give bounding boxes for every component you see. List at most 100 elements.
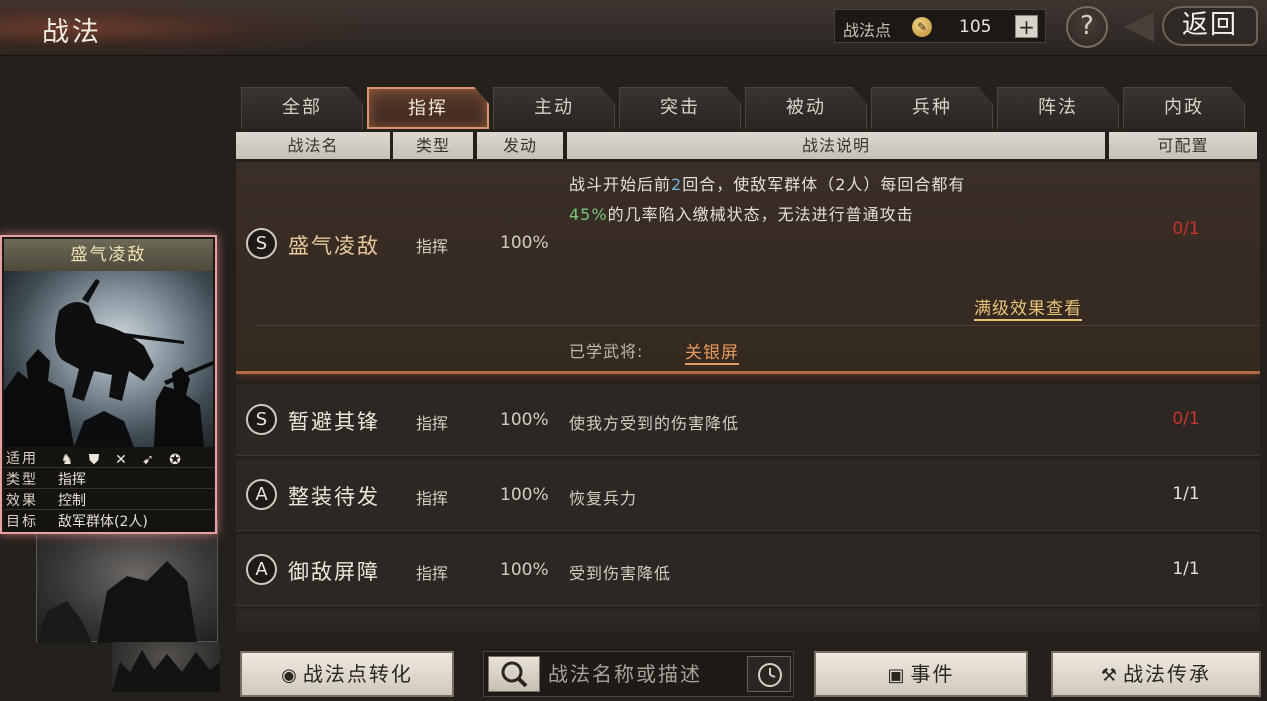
skill-inherit-button[interactable]: ⚒ 战法传承 xyxy=(1051,651,1261,697)
history-button[interactable] xyxy=(747,656,791,692)
battle-illustration xyxy=(4,279,213,447)
stat-label: 类型 xyxy=(6,472,38,488)
column-header-type[interactable]: 类型 xyxy=(393,132,473,159)
desc-text: 的几率陷入缴械状态，无法进行普通攻击 xyxy=(607,205,914,224)
grade-badge: S xyxy=(246,404,277,435)
skill-description: 使我方受到的伤害降低 xyxy=(569,414,740,433)
skill-name: 盛气凌敌 xyxy=(288,234,380,258)
skill-trigger-rate: 100% xyxy=(500,560,549,580)
desc-text: 战斗开始后前 xyxy=(569,175,672,194)
tab-passive[interactable]: 被动 xyxy=(745,87,867,129)
archer-icon: ✕ xyxy=(115,452,127,468)
column-header-trigger[interactable]: 发动 xyxy=(477,132,563,159)
column-header-configurable[interactable]: 可配置 xyxy=(1109,132,1257,159)
skill-inherit-label: 战法传承 xyxy=(1123,662,1212,686)
top-bar: 战法 战法点 ✎ 105 + ? 返回 xyxy=(0,0,1267,56)
cavalry-icon: ♞ xyxy=(60,452,74,468)
events-button[interactable]: ▣ 事件 xyxy=(814,651,1028,697)
skill-list[interactable]: S 盛气凌敌 指挥 100% 战斗开始后前2回合，使敌军群体（2人）每回合都有 … xyxy=(236,162,1260,634)
skill-config-count: 0/1 xyxy=(1172,409,1200,429)
skill-card[interactable]: 盛气凌敌 适用 ♞ ⛊ ✕ ➹ ✪ 类型 指挥 效果 控制 目标 敌军群体(2人… xyxy=(0,235,217,534)
convert-points-label: 战法点转化 xyxy=(302,662,413,686)
skill-config-count: 0/1 xyxy=(1172,219,1200,239)
skill-row[interactable]: A 御敌屏障 指挥 100% 受到伤害降低 1/1 xyxy=(236,534,1260,606)
stat-label: 适用 xyxy=(6,451,38,467)
card-stack-background xyxy=(112,642,220,692)
events-label: 事件 xyxy=(910,662,955,686)
learned-general-link[interactable]: 关银屏 xyxy=(685,338,739,365)
desc-chance-value: 45% xyxy=(569,205,608,224)
add-skill-points-button[interactable]: + xyxy=(1015,15,1038,38)
stat-row-effect: 效果 控制 xyxy=(4,489,213,510)
skill-type: 指挥 xyxy=(416,237,449,256)
learned-generals-label: 已学武将: xyxy=(569,342,644,361)
skill-points-display: 战法点 ✎ 105 + xyxy=(834,9,1046,43)
skill-name: 御敌屏障 xyxy=(288,560,380,584)
tab-formation[interactable]: 阵法 xyxy=(997,87,1119,129)
page-title: 战法 xyxy=(42,17,102,48)
search-button[interactable] xyxy=(488,656,540,692)
stat-label: 目标 xyxy=(6,514,38,530)
search-input[interactable] xyxy=(548,657,734,691)
stat-value: 控制 xyxy=(58,493,86,509)
hammer-icon: ⚒ xyxy=(1100,665,1120,686)
desc-text: 回合，使敌军群体（2人）每回合都有 xyxy=(682,175,966,194)
skill-type: 指挥 xyxy=(416,564,449,583)
back-button[interactable]: 返回 xyxy=(1124,4,1264,50)
tab-all[interactable]: 全部 xyxy=(241,87,363,129)
shield-icon: ⛊ xyxy=(88,452,100,468)
help-button[interactable]: ? xyxy=(1066,6,1108,48)
desc-turns-value: 2 xyxy=(671,175,683,194)
grade-badge: A xyxy=(246,479,277,510)
tab-troop-type[interactable]: 兵种 xyxy=(871,87,993,129)
silhouette-art xyxy=(112,650,220,692)
skill-trigger-rate: 100% xyxy=(500,410,549,430)
back-arrow-icon xyxy=(1124,12,1154,42)
grade-badge: A xyxy=(246,554,277,585)
stat-row-target: 目标 敌军群体(2人) xyxy=(4,510,213,531)
skill-trigger-rate: 100% xyxy=(500,485,549,505)
skill-config-count: 1/1 xyxy=(1172,484,1200,504)
skill-name: 暂避其锋 xyxy=(288,410,380,434)
skill-name: 整装待发 xyxy=(288,485,380,509)
column-header-description: 战法说明 xyxy=(567,132,1105,159)
skill-points-value: 105 xyxy=(959,17,992,37)
skill-type: 指挥 xyxy=(416,489,449,508)
search-icon xyxy=(501,661,528,688)
tab-command[interactable]: 指挥 xyxy=(367,87,489,129)
event-book-icon: ▣ xyxy=(887,665,907,686)
skill-type: 指挥 xyxy=(416,414,449,433)
card-title: 盛气凌敌 xyxy=(4,239,213,271)
stat-value: 敌军群体(2人) xyxy=(58,514,148,530)
unit-type-icons: ♞ ⛊ ✕ ➹ ✪ xyxy=(58,449,193,468)
skill-points-coin-icon: ✎ xyxy=(912,17,932,37)
search-bar xyxy=(483,651,794,697)
stat-label: 效果 xyxy=(6,493,38,509)
siege-icon: ✪ xyxy=(169,452,181,468)
clock-icon xyxy=(758,663,782,687)
skill-description: 受到伤害降低 xyxy=(569,564,672,583)
column-header-name[interactable]: 战法名 xyxy=(236,132,390,159)
tab-assault[interactable]: 突击 xyxy=(619,87,741,129)
stat-row-applicable: 适用 ♞ ⛊ ✕ ➹ ✪ xyxy=(4,447,213,468)
spear-icon: ➹ xyxy=(142,452,154,468)
skill-row[interactable]: S 暂避其锋 指挥 100% 使我方受到的伤害降低 0/1 xyxy=(236,384,1260,456)
skill-row[interactable]: A 整装待发 指挥 100% 恢复兵力 1/1 xyxy=(236,459,1260,531)
list-bottom-fade xyxy=(236,620,1260,640)
divider xyxy=(256,325,1260,326)
skill-description: 战斗开始后前2回合，使敌军群体（2人）每回合都有 45%的几率陷入缴械状态，无法… xyxy=(569,170,1129,230)
card-stats: 适用 ♞ ⛊ ✕ ➹ ✪ 类型 指挥 效果 控制 目标 敌军群体(2人) xyxy=(4,447,213,532)
card-artwork xyxy=(4,271,213,447)
tab-active[interactable]: 主动 xyxy=(493,87,615,129)
category-tabs: 全部 指挥 主动 突击 被动 兵种 阵法 内政 xyxy=(241,87,1251,129)
skill-trigger-rate: 100% xyxy=(500,233,549,253)
card-stack-background xyxy=(36,520,218,643)
max-level-effect-link[interactable]: 满级效果查看 xyxy=(974,294,1082,321)
silhouette-art xyxy=(37,561,197,643)
back-button-label: 返回 xyxy=(1162,6,1258,46)
skill-row-selected[interactable]: S 盛气凌敌 指挥 100% 战斗开始后前2回合，使敌军群体（2人）每回合都有 … xyxy=(236,162,1260,374)
skill-config-count: 1/1 xyxy=(1172,559,1200,579)
convert-points-button[interactable]: ◉ 战法点转化 xyxy=(240,651,454,697)
tab-internal-affairs[interactable]: 内政 xyxy=(1123,87,1245,129)
skill-points-label: 战法点 xyxy=(843,21,892,40)
